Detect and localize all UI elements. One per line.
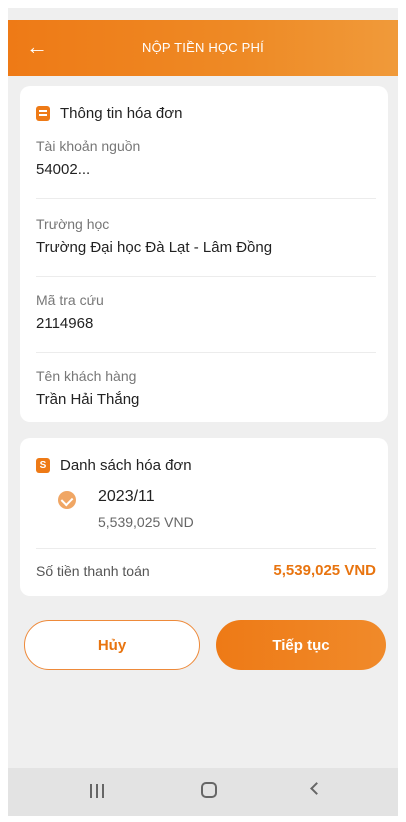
nav-back-icon[interactable] bbox=[310, 782, 323, 795]
invoice-info-header: Thông tin hóa đơn bbox=[36, 102, 182, 124]
customer-name-field: Tên khách hàng Trần Hải Thắng bbox=[36, 368, 376, 408]
check-circle-icon[interactable] bbox=[58, 491, 76, 509]
list-icon: S bbox=[36, 457, 50, 473]
divider bbox=[36, 548, 376, 549]
school-field: Trường học Trường Đại học Đà Lạt - Lâm Đ… bbox=[36, 216, 376, 256]
cancel-button[interactable]: Hủy bbox=[24, 620, 200, 670]
invoice-amount: 5,539,025 VND bbox=[98, 514, 194, 530]
field-value: 54002... bbox=[36, 161, 91, 178]
continue-button[interactable]: Tiếp tục bbox=[216, 620, 386, 670]
divider bbox=[36, 276, 376, 277]
source-account-field: Tài khoản nguồn 54002... bbox=[36, 138, 376, 178]
total-label: Số tiền thanh toán bbox=[36, 562, 150, 579]
divider bbox=[36, 352, 376, 353]
invoice-info-title: Thông tin hóa đơn bbox=[60, 104, 183, 122]
system-nav-bar bbox=[8, 768, 398, 816]
total-row: Số tiền thanh toán 5,539,025 VND bbox=[36, 562, 376, 579]
lookup-code-field: Mã tra cứu 2114968 bbox=[36, 292, 376, 332]
invoice-list-title: Danh sách hóa đơn bbox=[60, 456, 192, 474]
field-value: Trần Hải Thắng bbox=[36, 391, 140, 408]
page-title: NỘP TIỀN HỌC PHÍ bbox=[142, 40, 264, 55]
receipt-icon bbox=[36, 105, 50, 121]
invoice-list-card: S Danh sách hóa đơn 2023/11 5,539,025 VN… bbox=[20, 438, 388, 596]
field-label: Tên khách hàng bbox=[36, 368, 137, 384]
field-value: Trường Đại học Đà Lạt - Lâm Đồng bbox=[36, 239, 273, 256]
app-header: ← NỘP TIỀN HỌC PHÍ bbox=[8, 20, 398, 76]
recent-apps-icon[interactable] bbox=[90, 784, 104, 798]
total-value: 5,539,025 VND bbox=[273, 562, 376, 579]
home-icon[interactable] bbox=[201, 782, 217, 798]
invoice-list-header: S Danh sách hóa đơn bbox=[36, 454, 192, 476]
field-label: Tài khoản nguồn bbox=[36, 138, 141, 154]
field-label: Mã tra cứu bbox=[36, 292, 104, 308]
field-value: 2114968 bbox=[36, 315, 94, 332]
field-label: Trường học bbox=[36, 216, 110, 232]
divider bbox=[36, 198, 376, 199]
invoice-info-card: Thông tin hóa đơn Tài khoản nguồn 54002.… bbox=[20, 86, 388, 422]
invoice-period: 2023/11 bbox=[98, 488, 155, 505]
app-screen: ← NỘP TIỀN HỌC PHÍ Thông tin hóa đơn Tài… bbox=[8, 8, 398, 816]
